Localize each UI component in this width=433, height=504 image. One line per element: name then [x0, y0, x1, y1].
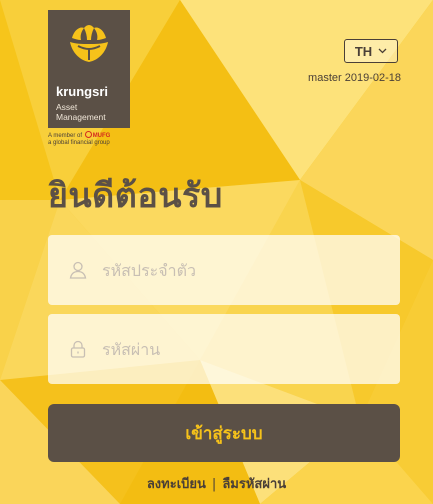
- password-field[interactable]: [48, 314, 400, 384]
- brand-subtitle-line1: Asset: [56, 102, 78, 112]
- forgot-password-link[interactable]: ลืมรหัสผ่าน: [222, 477, 286, 492]
- member-suffix: a global financial group: [48, 140, 110, 146]
- username-field[interactable]: [48, 235, 400, 305]
- register-link[interactable]: ลงทะเบียน: [147, 477, 206, 492]
- username-input[interactable]: [100, 259, 384, 281]
- member-brand: MUFG: [92, 133, 111, 139]
- language-selected: TH: [354, 43, 373, 59]
- krungsri-logo: krungsri Asset Management: [48, 10, 130, 128]
- login-screen: krungsri Asset Management A member of MU…: [0, 0, 433, 504]
- language-select[interactable]: TH: [344, 39, 398, 63]
- mufg-logo-icon: [84, 131, 92, 138]
- password-input[interactable]: [100, 338, 384, 360]
- brand-name: krungsri: [56, 84, 109, 99]
- brand-subtitle-line2: Management: [56, 112, 106, 122]
- member-tagline: A member of MUFG a global financial grou…: [48, 131, 110, 147]
- lock-icon: [70, 340, 86, 358]
- chevron-down-icon: [378, 48, 387, 54]
- login-button[interactable]: เข้าสู่ระบบ: [48, 404, 400, 462]
- welcome-title: ยินดีต้อนรับ: [48, 176, 223, 216]
- bottom-links: ลงทะเบียน | ลืมรหัสผ่าน: [0, 473, 433, 494]
- member-prefix: A member of: [48, 133, 83, 139]
- link-separator: |: [211, 477, 217, 492]
- version-label: master 2019-02-18: [308, 72, 401, 84]
- krungsri-emblem-icon: [70, 25, 108, 62]
- user-icon: [69, 261, 87, 279]
